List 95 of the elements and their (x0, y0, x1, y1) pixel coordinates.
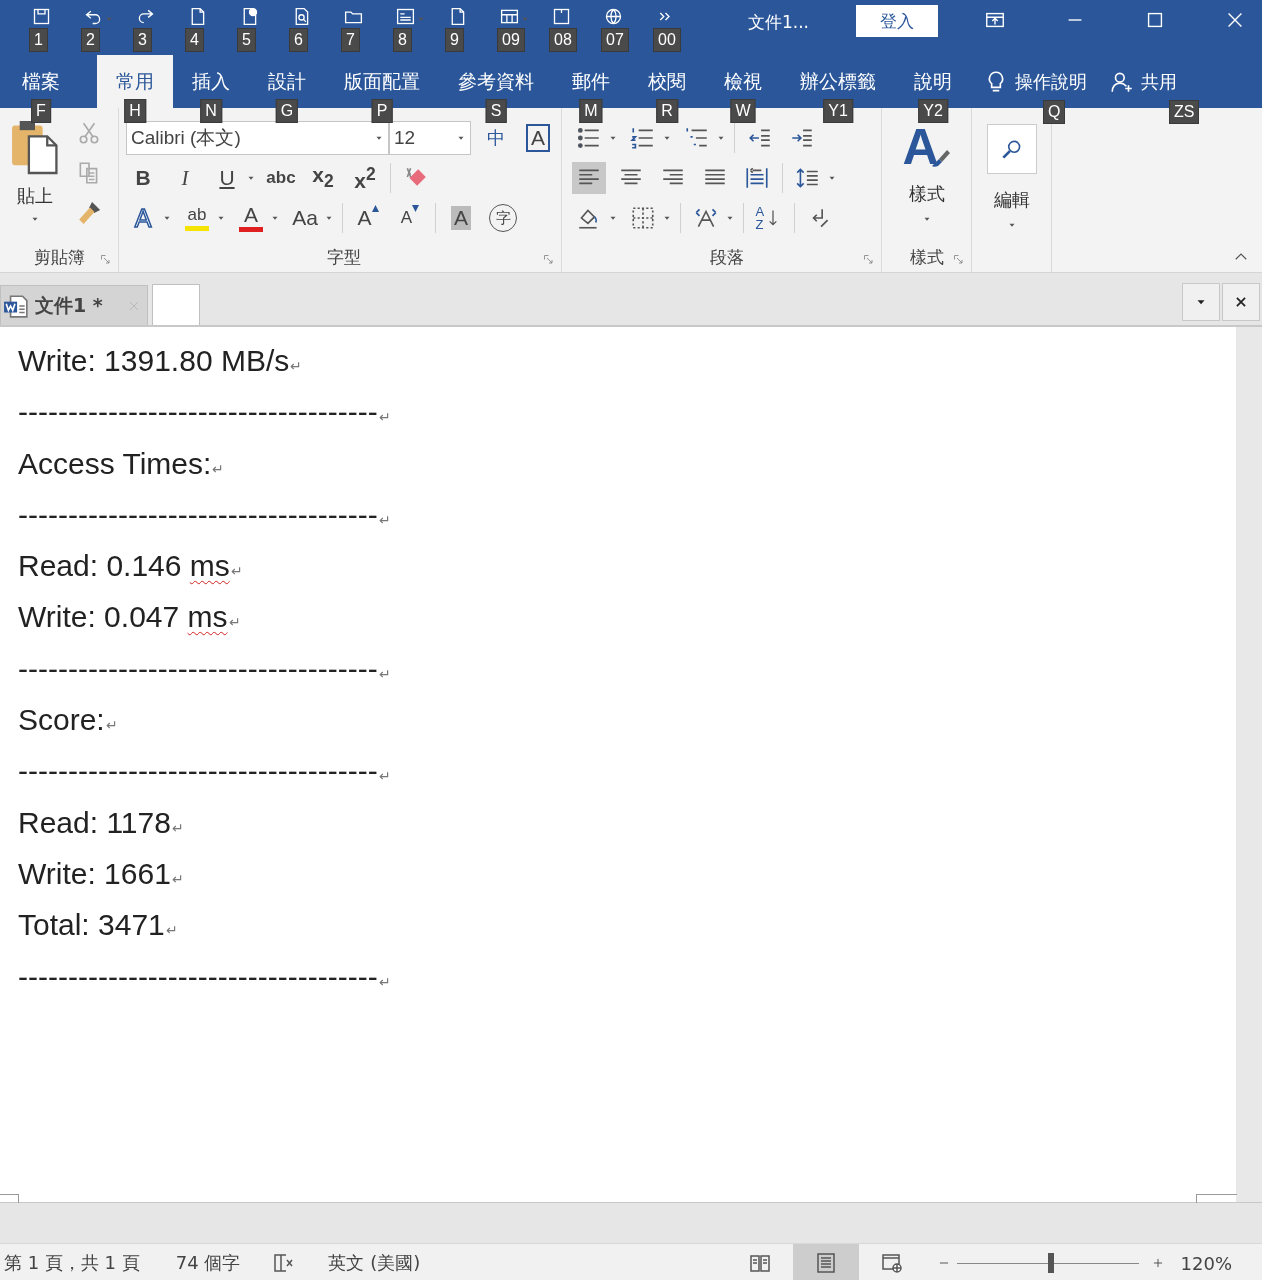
paragraph: Score:↵ (18, 702, 119, 739)
numbering-icon[interactable] (630, 125, 656, 151)
keytip: P (371, 99, 393, 123)
paragraph: ------------------------------------↵ (18, 753, 392, 790)
keytip: 3 (133, 28, 152, 52)
brush-icon[interactable] (76, 200, 102, 226)
keytip: H (124, 99, 146, 123)
grow-button[interactable]: A (351, 202, 385, 234)
shrink-button[interactable]: A (393, 202, 427, 234)
window-title: 文件1... (748, 11, 811, 34)
keytip: 6 (289, 28, 308, 52)
sort-button[interactable]: AZ (752, 202, 786, 234)
font-color-icon (239, 227, 263, 232)
keytip: 2 (81, 28, 100, 52)
tell-me-link[interactable]: 操作說明 (1015, 69, 1087, 94)
group-label: 段落 (709, 245, 744, 269)
paragraph: Write: 1661↵ (18, 855, 185, 892)
phonetic-button[interactable]: 中 (479, 122, 513, 154)
text-effect-button[interactable]: A (126, 202, 160, 234)
paragraph: Write: 0.047 ms↵ (18, 599, 242, 636)
keytip: 4 (185, 28, 204, 52)
close-icon (1234, 295, 1248, 309)
keytip: R (656, 99, 678, 123)
document-tab[interactable]: 文件1 * (0, 285, 148, 325)
paragraph: ------------------------------------↵ (18, 650, 392, 687)
word-count[interactable]: 74 個字 (175, 1251, 241, 1275)
font-name-dropdown[interactable]: Calibri (本文) (126, 121, 389, 155)
dialog-launcher-icon[interactable] (100, 254, 112, 266)
keytip: N (200, 99, 222, 123)
paragraph: Write: 1391.80 MB/s↵ (18, 343, 304, 379)
globe-icon[interactable] (603, 6, 624, 27)
language-label[interactable]: 英文 (美國) (328, 1251, 421, 1275)
shading-char-button[interactable]: A (444, 202, 478, 234)
group-label: 剪貼簿 (33, 245, 85, 269)
paragraph: ------------------------------------↵ (18, 394, 392, 431)
keytip: Y2 (918, 99, 948, 123)
dialog-launcher-icon[interactable] (543, 254, 555, 266)
group-label: 樣式 (909, 245, 944, 269)
clipboard-icon (9, 118, 61, 176)
keytip: 00 (653, 28, 681, 52)
keytip: 08 (549, 28, 577, 52)
paragraph: ------------------------------------↵ (18, 958, 392, 995)
dialog-launcher-icon[interactable] (953, 254, 965, 266)
save-icon[interactable] (31, 6, 52, 27)
keytip: M (579, 99, 603, 123)
keytip: S (485, 99, 507, 123)
font-color-button[interactable]: A (234, 202, 268, 234)
shrink-icon (412, 205, 420, 212)
keytip: F (31, 99, 51, 123)
keytip: G (275, 99, 299, 123)
form-icon[interactable] (395, 6, 416, 27)
page-corner-mark (1196, 1194, 1237, 1203)
highlight-button[interactable]: ab (180, 202, 214, 234)
keytip: 07 (601, 28, 629, 52)
superscript-button[interactable]: x$^{2}$ (348, 162, 382, 194)
keytip: 09 (497, 28, 525, 52)
keytip: 7 (341, 28, 360, 52)
paragraph: Read: 0.146 ms↵ (18, 548, 244, 585)
zoom-level[interactable]: 120% (1180, 1252, 1232, 1274)
keytip: 1 (29, 28, 48, 52)
word-document-icon (1, 292, 31, 319)
paragraph: Read: 1178↵ (18, 804, 185, 841)
web-view-icon (879, 1251, 904, 1275)
italic-button[interactable]: I (168, 162, 202, 194)
frame-icon[interactable] (551, 6, 572, 27)
bullets-icon[interactable] (576, 125, 602, 151)
close-tab-button[interactable] (1222, 283, 1260, 321)
keytip: 9 (445, 28, 464, 52)
share-link[interactable]: 共用 (1141, 69, 1177, 94)
grow-icon (371, 205, 379, 212)
keytip: Q (1043, 100, 1066, 124)
group-label: 字型 (326, 245, 361, 269)
highlight-icon (185, 226, 209, 231)
page-corner-mark (0, 1194, 19, 1203)
underline-button[interactable]: U (210, 162, 244, 194)
font-size-dropdown[interactable]: 12 (389, 121, 471, 155)
case-button[interactable]: Aa (288, 202, 322, 234)
dialog-launcher-icon[interactable] (863, 254, 875, 266)
keytip: ZS (1169, 100, 1200, 124)
line-spacing-icon[interactable] (795, 165, 821, 191)
paragraph: Access Times:↵ (18, 445, 226, 482)
keytip: 8 (393, 28, 412, 52)
keytip: W (730, 99, 756, 123)
slider-thumb[interactable] (1048, 1253, 1055, 1273)
sign-in-button[interactable]: 登入 (856, 5, 938, 37)
borders-icon[interactable] (630, 205, 656, 231)
paragraph: ------------------------------------↵ (18, 496, 392, 533)
print-view-button[interactable] (792, 1244, 859, 1280)
bold-button[interactable]: B (126, 162, 160, 194)
page-count[interactable]: 第 1 頁，共 1 頁 (4, 1251, 140, 1275)
keytip: Y1 (823, 99, 853, 123)
paragraph: Total: 3471↵ (18, 907, 179, 944)
strike-button[interactable]: abc (264, 162, 298, 194)
keytip: 5 (237, 28, 256, 52)
subscript-button[interactable]: x$_{2}$ (306, 162, 340, 194)
